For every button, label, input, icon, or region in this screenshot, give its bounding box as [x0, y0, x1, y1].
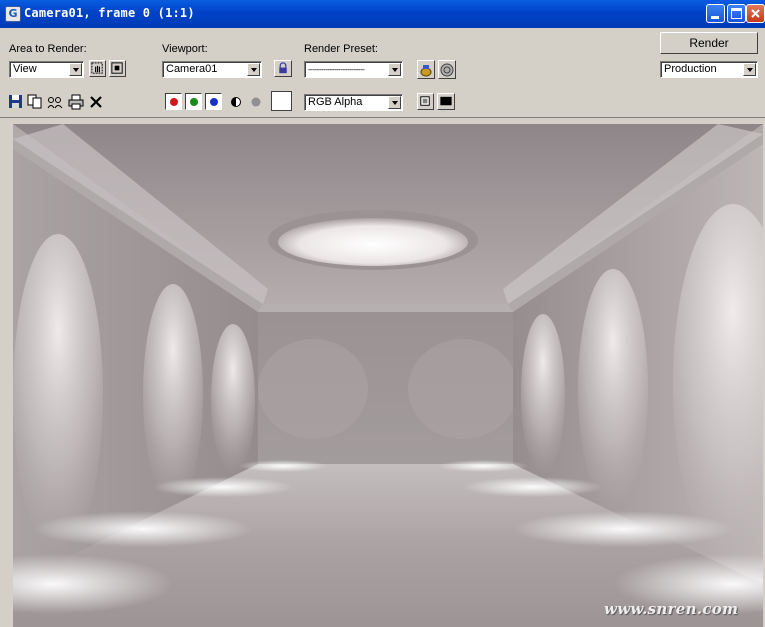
render-preset-label: Render Preset: [304, 43, 378, 55]
edit-region-button[interactable] [89, 60, 106, 77]
toggle-ui-button[interactable] [437, 93, 455, 110]
red-channel-toggle[interactable] [165, 93, 182, 110]
close-button[interactable] [746, 4, 765, 23]
blue-channel-icon [210, 98, 218, 106]
render-frame [5, 119, 765, 627]
area-to-render-dropdown[interactable]: View [9, 61, 84, 78]
chevron-down-icon[interactable] [69, 63, 82, 76]
title-bar[interactable]: G Camera01, frame 0 (1:1) [0, 0, 765, 28]
app-icon[interactable]: G [5, 6, 21, 22]
lock-icon [279, 62, 287, 74]
blue-channel-toggle[interactable] [205, 93, 222, 110]
display-channel-dropdown[interactable]: RGB Alpha [304, 94, 403, 111]
area-to-render-label: Area to Render: [9, 43, 87, 55]
color-swatch[interactable] [271, 91, 292, 111]
copy-icon[interactable] [27, 94, 43, 110]
green-channel-icon [190, 98, 198, 106]
render-setup-button[interactable] [417, 60, 435, 79]
alpha-channel-icon[interactable] [228, 94, 244, 110]
watermark-text: www.snren.com [604, 600, 739, 618]
save-icon[interactable] [8, 94, 24, 110]
minimize-icon [711, 16, 719, 19]
display-channel-value: RGB Alpha [308, 96, 363, 108]
toolbar-divider [0, 117, 765, 118]
region-select-icon [111, 62, 123, 74]
print-icon[interactable] [68, 94, 84, 110]
minimize-button[interactable] [706, 4, 725, 23]
window-title: Camera01, frame 0 (1:1) [24, 6, 195, 20]
viewport-label: Viewport: [162, 43, 208, 55]
red-channel-icon [170, 98, 178, 106]
render-button[interactable]: Render [660, 32, 758, 54]
render-mode-dropdown[interactable]: Production [660, 61, 758, 78]
monochrome-icon[interactable] [248, 94, 264, 110]
display-icon [440, 96, 452, 106]
render-preset-value: -------------------------- [308, 65, 365, 74]
auto-region-button[interactable] [109, 60, 126, 77]
close-icon [751, 9, 760, 18]
render-mode-value: Production [664, 63, 717, 75]
hand-region-icon [91, 62, 103, 74]
chevron-down-icon[interactable] [388, 63, 401, 76]
environment-icon [440, 63, 454, 77]
clear-icon[interactable] [88, 94, 104, 110]
viewport-dropdown[interactable]: Camera01 [162, 61, 262, 78]
environment-effects-button[interactable] [438, 60, 456, 79]
chevron-down-icon[interactable] [743, 63, 756, 76]
green-channel-toggle[interactable] [185, 93, 202, 110]
chevron-down-icon[interactable] [388, 96, 401, 109]
toggle-ui-overlay-button[interactable] [417, 93, 434, 110]
overlay-icon [420, 96, 430, 106]
maximize-button[interactable] [727, 4, 746, 23]
teapot-settings-icon [420, 65, 432, 77]
maximize-icon [731, 8, 742, 19]
chevron-down-icon[interactable] [247, 63, 260, 76]
clone-window-icon[interactable] [47, 94, 63, 110]
area-to-render-value: View [13, 63, 37, 75]
render-preset-dropdown[interactable]: -------------------------- [304, 61, 403, 78]
lock-viewport-button[interactable] [274, 60, 292, 77]
viewport-value: Camera01 [166, 63, 218, 75]
rendered-image [13, 124, 763, 627]
